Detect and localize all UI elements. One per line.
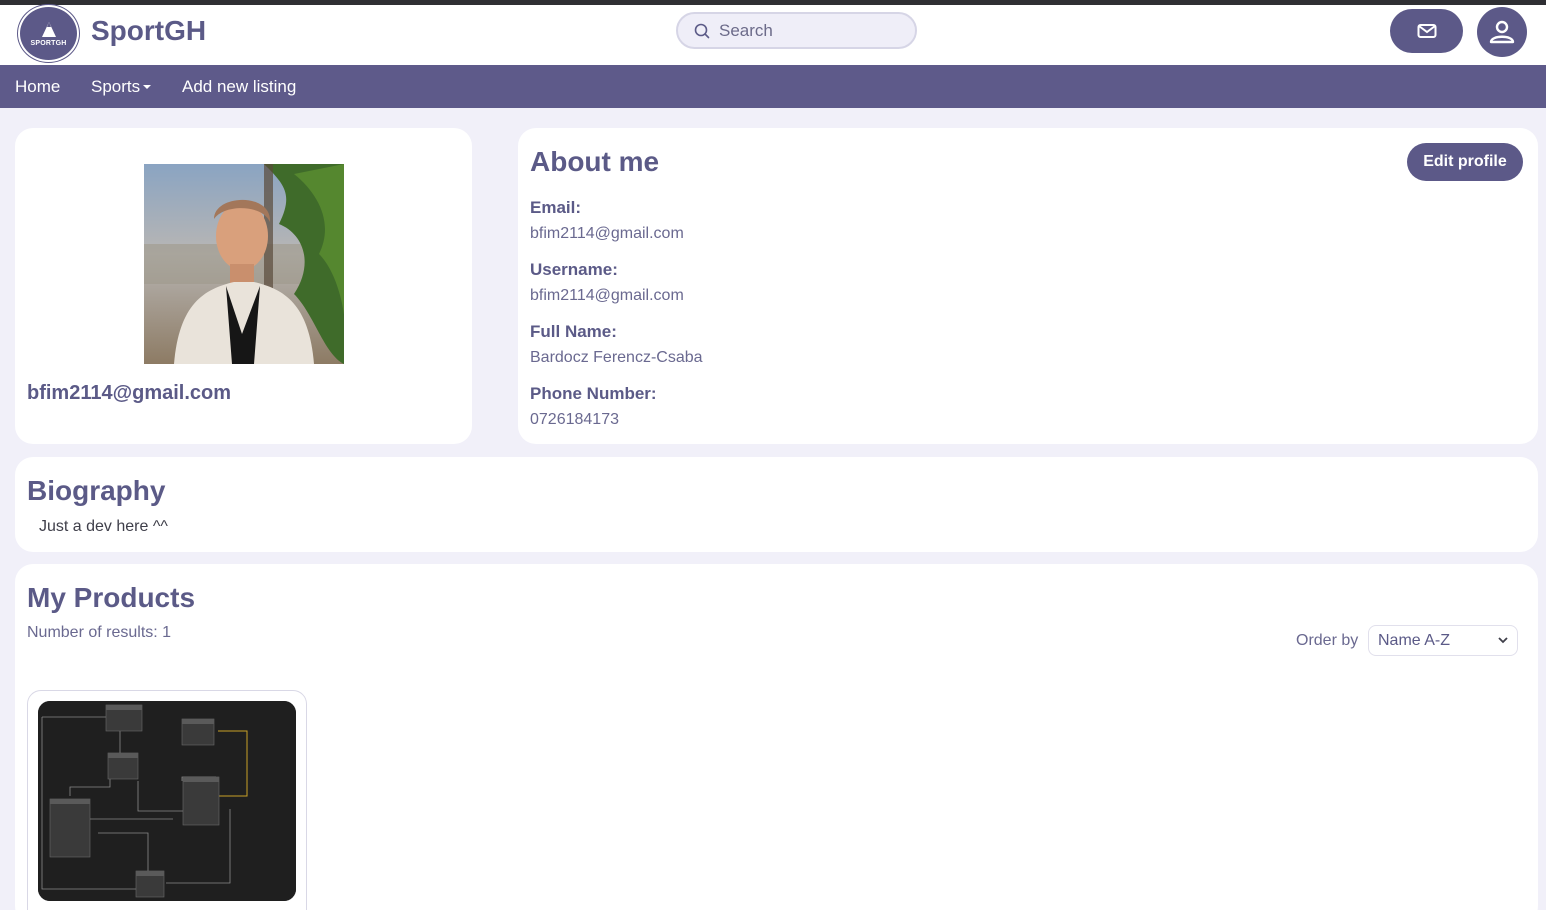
product-item[interactable]: [27, 690, 307, 910]
edit-profile-button[interactable]: Edit profile: [1407, 143, 1523, 181]
about-card: About me Edit profile Email: bfim2114@gm…: [518, 128, 1538, 444]
profile-username: bfim2114@gmail.com: [27, 382, 232, 404]
biography-text: Just a dev here ^^: [39, 518, 168, 535]
nav-sports-dropdown[interactable]: Sports: [91, 77, 152, 97]
account-button[interactable]: [1477, 7, 1527, 57]
header: SPORTGH SportGH: [0, 5, 1546, 65]
order-by-label: Order by: [1296, 632, 1359, 649]
email-value: bfim2114@gmail.com: [530, 225, 684, 242]
nav-sports-label: Sports: [91, 77, 141, 96]
about-title: About me: [530, 146, 660, 177]
chevron-down-icon: [1498, 637, 1508, 644]
messages-button[interactable]: [1390, 9, 1463, 53]
search-input[interactable]: [719, 20, 899, 41]
email-label: Email:: [530, 198, 582, 217]
biography-card: Biography Just a dev here ^^: [15, 457, 1538, 552]
results-count: Number of results: 1: [27, 624, 172, 641]
products-card: My Products Number of results: 1 Order b…: [15, 564, 1538, 910]
fullname-label: Full Name:: [530, 322, 617, 341]
biography-title: Biography: [27, 475, 166, 506]
nav-home[interactable]: Home: [15, 77, 60, 97]
fullname-value: Bardocz Ferencz-Csaba: [530, 349, 703, 366]
nav-add-listing[interactable]: Add new listing: [182, 77, 296, 97]
mail-icon: [1417, 24, 1436, 38]
products-title: My Products: [27, 582, 196, 613]
product-image: [38, 701, 296, 901]
logo[interactable]: SPORTGH: [18, 5, 79, 62]
caret-down-icon: [143, 84, 152, 89]
mountain-icon: [41, 21, 56, 37]
logo-text: SPORTGH: [30, 39, 67, 47]
order-by-select[interactable]: Name A-Z: [1368, 625, 1518, 656]
profile-photo-image: [144, 164, 344, 364]
order-by-value: Name A-Z: [1378, 631, 1451, 649]
phone-value: 0726184173: [530, 411, 619, 428]
brand-name[interactable]: SportGH: [91, 15, 206, 47]
username-value: bfim2114@gmail.com: [530, 287, 684, 304]
profile-photo: [144, 164, 344, 364]
username-label: Username:: [530, 260, 618, 279]
profile-card: bfim2114@gmail.com: [15, 128, 472, 444]
product-diagram-image: [38, 701, 296, 901]
user-icon: [1489, 20, 1515, 44]
phone-label: Phone Number:: [530, 384, 657, 403]
search-bar[interactable]: [676, 12, 917, 49]
main-nav: Home Sports Add new listing: [0, 65, 1546, 108]
search-icon: [694, 23, 710, 38]
